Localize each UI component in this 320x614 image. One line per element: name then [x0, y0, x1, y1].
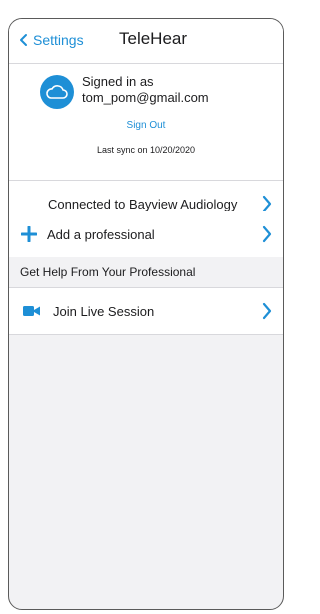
- account-card: Signed in as tom_pom@gmail.com Sign Out …: [9, 64, 283, 181]
- chevron-left-icon: [20, 34, 27, 46]
- add-professional-label: Add a professional: [47, 226, 155, 242]
- last-sync-text: Last sync on 10/20/2020: [96, 145, 196, 155]
- account-email: tom_pom@gmail.com: [82, 90, 209, 105]
- connected-clinic-label: Connected to Bayview Audiology: [48, 196, 238, 212]
- back-button-label: Settings: [33, 32, 84, 48]
- page-title: TeleHear: [119, 29, 188, 48]
- section-header-help: Get Help From Your Professional: [9, 257, 283, 288]
- plus-icon: [21, 226, 37, 242]
- video-camera-icon: [23, 306, 40, 316]
- cloud-icon: [46, 85, 68, 99]
- chevron-right-icon: [262, 302, 272, 320]
- cloud-badge: [40, 75, 74, 109]
- add-professional-row[interactable]: Add a professional: [9, 211, 283, 258]
- sign-out-link[interactable]: Sign Out: [9, 120, 283, 131]
- join-live-session-row[interactable]: Join Live Session: [9, 288, 283, 335]
- phone-frame: Settings TeleHear Signed in as tom_pom@g…: [8, 18, 284, 610]
- signed-in-label: Signed in as: [82, 74, 154, 89]
- back-button[interactable]: Settings: [17, 32, 84, 48]
- chevron-right-icon: [262, 225, 272, 243]
- signed-in-info: Signed in as tom_pom@gmail.com: [82, 74, 209, 106]
- join-live-session-label: Join Live Session: [53, 303, 155, 319]
- navigation-bar: Settings TeleHear: [9, 19, 283, 64]
